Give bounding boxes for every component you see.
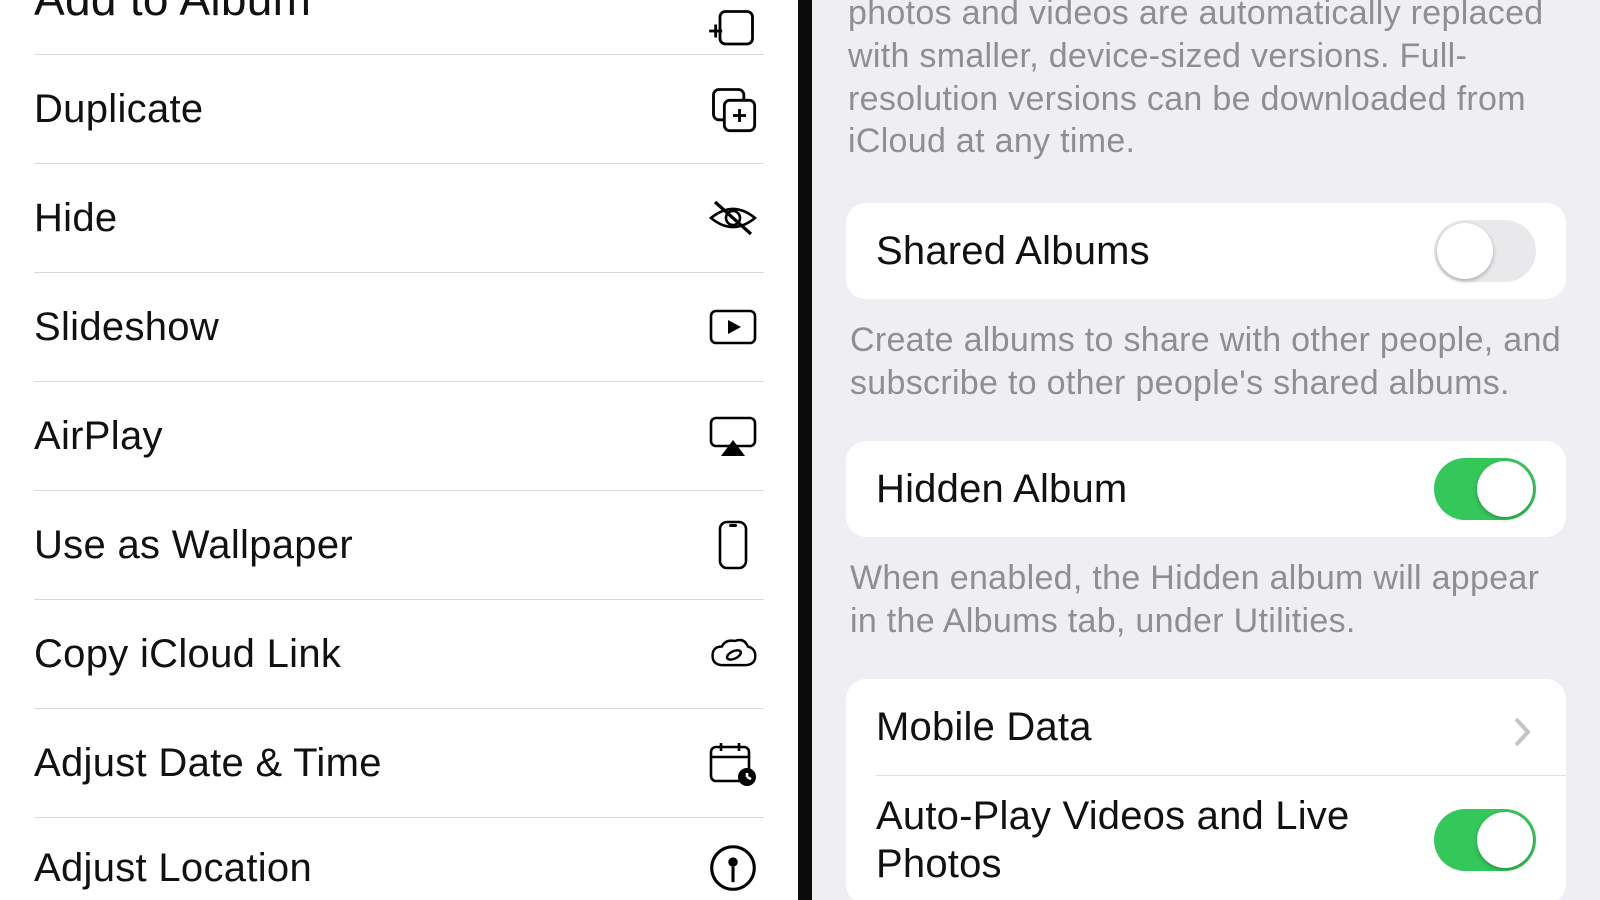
settings-row-autoplay[interactable]: Auto-Play Videos and Live Photos	[846, 776, 1566, 900]
settings-row-label: Hidden Album	[876, 465, 1127, 513]
settings-row-hidden-album[interactable]: Hidden Album	[846, 441, 1566, 537]
action-list: Add to Album Duplicate Hide Slideshow	[0, 0, 798, 900]
pane-divider	[798, 0, 812, 900]
cloud-link-icon	[702, 623, 764, 685]
action-label: Hide	[34, 196, 117, 241]
shared-albums-toggle[interactable]	[1434, 220, 1536, 282]
action-row-add-to-album[interactable]: Add to Album	[34, 0, 764, 55]
settings-row-label: Shared Albums	[876, 227, 1150, 275]
phone-icon	[702, 514, 764, 576]
action-label: Use as Wallpaper	[34, 523, 353, 568]
calendar-clock-icon	[702, 732, 764, 794]
hidden-album-footer: When enabled, the Hidden album will appe…	[846, 537, 1566, 679]
action-row-adjust-location[interactable]: Adjust Location	[34, 818, 764, 900]
album-add-icon	[702, 0, 764, 62]
action-label: Slideshow	[34, 305, 219, 350]
shared-albums-footer: Create albums to share with other people…	[846, 299, 1566, 441]
action-row-adjust-date-time[interactable]: Adjust Date & Time	[34, 709, 764, 818]
action-label: Duplicate	[34, 87, 203, 132]
pin-circle-icon	[702, 837, 764, 899]
action-label: Adjust Date & Time	[34, 741, 382, 786]
eye-slash-icon	[702, 187, 764, 249]
action-label: Copy iCloud Link	[34, 632, 341, 677]
settings-row-mobile-data[interactable]: Mobile Data	[846, 679, 1566, 775]
settings-group-shared-albums: Shared Albums	[846, 203, 1566, 299]
photos-settings-pane: photos and videos are automatically repl…	[812, 0, 1600, 900]
airplay-icon	[702, 405, 764, 467]
settings-row-label: Auto-Play Videos and Live Photos	[876, 776, 1434, 900]
settings-row-label: Mobile Data	[876, 703, 1092, 751]
settings-row-shared-albums[interactable]: Shared Albums	[846, 203, 1566, 299]
chevron-right-icon	[1512, 715, 1536, 739]
action-row-airplay[interactable]: AirPlay	[34, 382, 764, 491]
play-rect-icon	[702, 296, 764, 358]
share-actions-pane: Add to Album Duplicate Hide Slideshow	[0, 0, 798, 900]
action-label: Adjust Location	[34, 846, 312, 891]
action-label: AirPlay	[34, 414, 163, 459]
optimize-storage-description: photos and videos are automatically repl…	[846, 0, 1566, 203]
action-label: Add to Album	[34, 0, 311, 26]
duplicate-icon	[702, 78, 764, 140]
action-row-duplicate[interactable]: Duplicate	[34, 55, 764, 164]
autoplay-toggle[interactable]	[1434, 809, 1536, 871]
settings-group-hidden-album: Hidden Album	[846, 441, 1566, 537]
settings-group-playback: Mobile Data Auto-Play Videos and Live Ph…	[846, 679, 1566, 900]
action-row-hide[interactable]: Hide	[34, 164, 764, 273]
action-row-wallpaper[interactable]: Use as Wallpaper	[34, 491, 764, 600]
hidden-album-toggle[interactable]	[1434, 458, 1536, 520]
action-row-slideshow[interactable]: Slideshow	[34, 273, 764, 382]
action-row-copy-icloud-link[interactable]: Copy iCloud Link	[34, 600, 764, 709]
